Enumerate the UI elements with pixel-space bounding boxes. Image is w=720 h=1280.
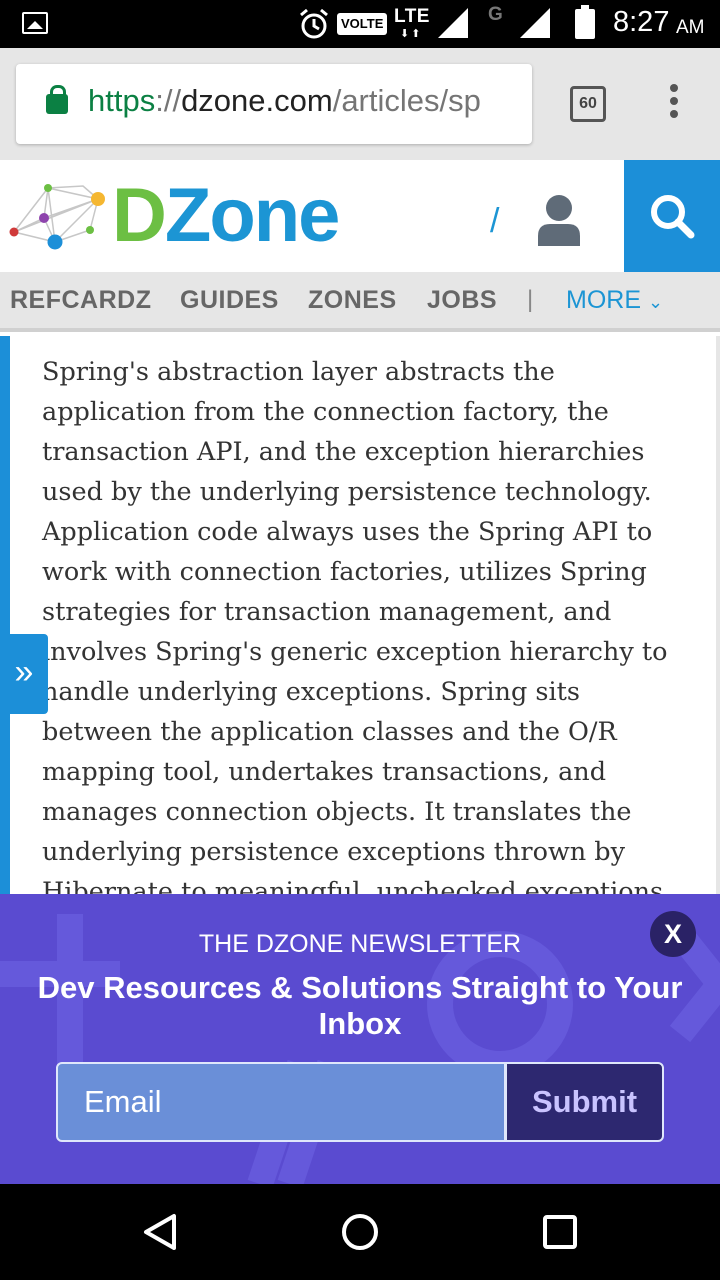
site-header: DZone / bbox=[0, 160, 720, 272]
browser-toolbar: https://dzone.com/articles/sp 60 bbox=[0, 48, 720, 160]
article-line: Application code always uses the Spring … bbox=[42, 517, 653, 547]
chevron-down-icon: ⌄ bbox=[647, 292, 664, 312]
signal-strength-icon bbox=[438, 8, 468, 38]
dzone-logo[interactable]: DZone bbox=[112, 173, 341, 258]
article-accent-bar bbox=[0, 336, 10, 896]
email-field[interactable]: Email bbox=[56, 1062, 506, 1142]
network-type-label: G bbox=[488, 4, 503, 25]
nav-guides[interactable]: GUIDES bbox=[180, 286, 279, 315]
status-bar: VOLTE LTE ⬇⬆ G 8:27 AM bbox=[0, 0, 720, 48]
signal-strength-icon-2 bbox=[520, 8, 550, 38]
submit-button[interactable]: Submit bbox=[505, 1062, 664, 1142]
browser-menu-icon[interactable] bbox=[664, 84, 684, 124]
url-text[interactable]: https://dzone.com/articles/sp bbox=[88, 83, 481, 119]
double-chevron-right-icon: » bbox=[14, 653, 34, 691]
article-line: transaction API, and the exception hiera… bbox=[42, 437, 645, 467]
newsletter-title: Dev Resources & Solutions Straight to Yo… bbox=[37, 970, 683, 1041]
battery-icon bbox=[575, 5, 595, 39]
nav-jobs[interactable]: JOBS bbox=[427, 286, 497, 315]
back-icon[interactable] bbox=[140, 1212, 180, 1252]
user-icon[interactable] bbox=[536, 194, 582, 246]
main-nav: REFCARDZ GUIDES ZONES JOBS | MORE ⌄ bbox=[0, 272, 720, 332]
url-scheme: https bbox=[88, 83, 156, 118]
article-line: Spring's abstraction layer abstracts the bbox=[42, 357, 555, 387]
address-bar[interactable]: https://dzone.com/articles/sp bbox=[16, 64, 532, 144]
article-line: handle underlying exceptions. Spring sit… bbox=[42, 677, 580, 707]
system-nav-bar bbox=[0, 1184, 720, 1280]
data-activity-icon: ⬇⬆ bbox=[400, 28, 423, 40]
article-line: used by the underlying persistence techn… bbox=[42, 477, 652, 507]
newsletter-kicker: THE DZONE NEWSLETTER bbox=[198, 930, 522, 958]
article-line: between the application classes and the … bbox=[42, 717, 617, 747]
header-divider: / bbox=[490, 202, 500, 240]
search-button[interactable] bbox=[624, 160, 720, 272]
article-line: work with connection factories, utilizes… bbox=[42, 557, 647, 587]
logo-word-zone: Zone bbox=[164, 173, 341, 258]
nav-separator: | bbox=[527, 286, 534, 313]
article-body: Spring's abstraction layer abstracts the… bbox=[0, 336, 720, 896]
url-host: dzone.com bbox=[181, 83, 333, 118]
newsletter-banner: X THE DZONE NEWSLETTER Dev Resources & S… bbox=[0, 894, 720, 1184]
url-separator: :// bbox=[155, 83, 182, 118]
tab-switcher-button[interactable]: 60 bbox=[570, 86, 606, 122]
lte-label: LTE bbox=[394, 6, 430, 27]
volte-badge: VOLTE bbox=[337, 13, 388, 35]
article-line: involves Spring's generic exception hier… bbox=[42, 637, 668, 667]
article-line: mapping tool, undertakes transactions, a… bbox=[42, 757, 607, 787]
article-line: application from the connection factory,… bbox=[42, 397, 609, 427]
nav-more-label: MORE bbox=[566, 286, 641, 314]
article-paragraph: Spring's abstraction layer abstracts the… bbox=[42, 352, 698, 896]
article-line: manages connection objects. It translate… bbox=[42, 797, 632, 827]
image-notification-icon bbox=[22, 12, 48, 34]
dzone-logo-graph-icon[interactable] bbox=[8, 182, 112, 258]
recents-icon[interactable] bbox=[542, 1214, 578, 1250]
nav-zones[interactable]: ZONES bbox=[308, 286, 397, 315]
clock-ampm: AM bbox=[676, 17, 705, 38]
article-right-edge bbox=[716, 336, 720, 896]
home-icon[interactable] bbox=[340, 1212, 380, 1252]
article-line: Hibernate to meaningful, unchecked excep… bbox=[42, 877, 664, 896]
nav-more[interactable]: MORE ⌄ bbox=[566, 286, 663, 315]
search-icon bbox=[651, 195, 695, 239]
url-path: /articles/sp bbox=[332, 83, 481, 118]
expand-sidebar-button[interactable]: » bbox=[0, 634, 48, 714]
alarm-icon bbox=[300, 8, 328, 39]
lock-icon bbox=[46, 85, 68, 114]
article-line: strategies for transaction management, a… bbox=[42, 597, 612, 627]
logo-letter-d: D bbox=[112, 173, 167, 258]
article-line: underlying persistence exceptions thrown… bbox=[42, 837, 626, 867]
clock: 8:27 bbox=[613, 6, 670, 38]
nav-refcardz[interactable]: REFCARDZ bbox=[10, 286, 152, 315]
